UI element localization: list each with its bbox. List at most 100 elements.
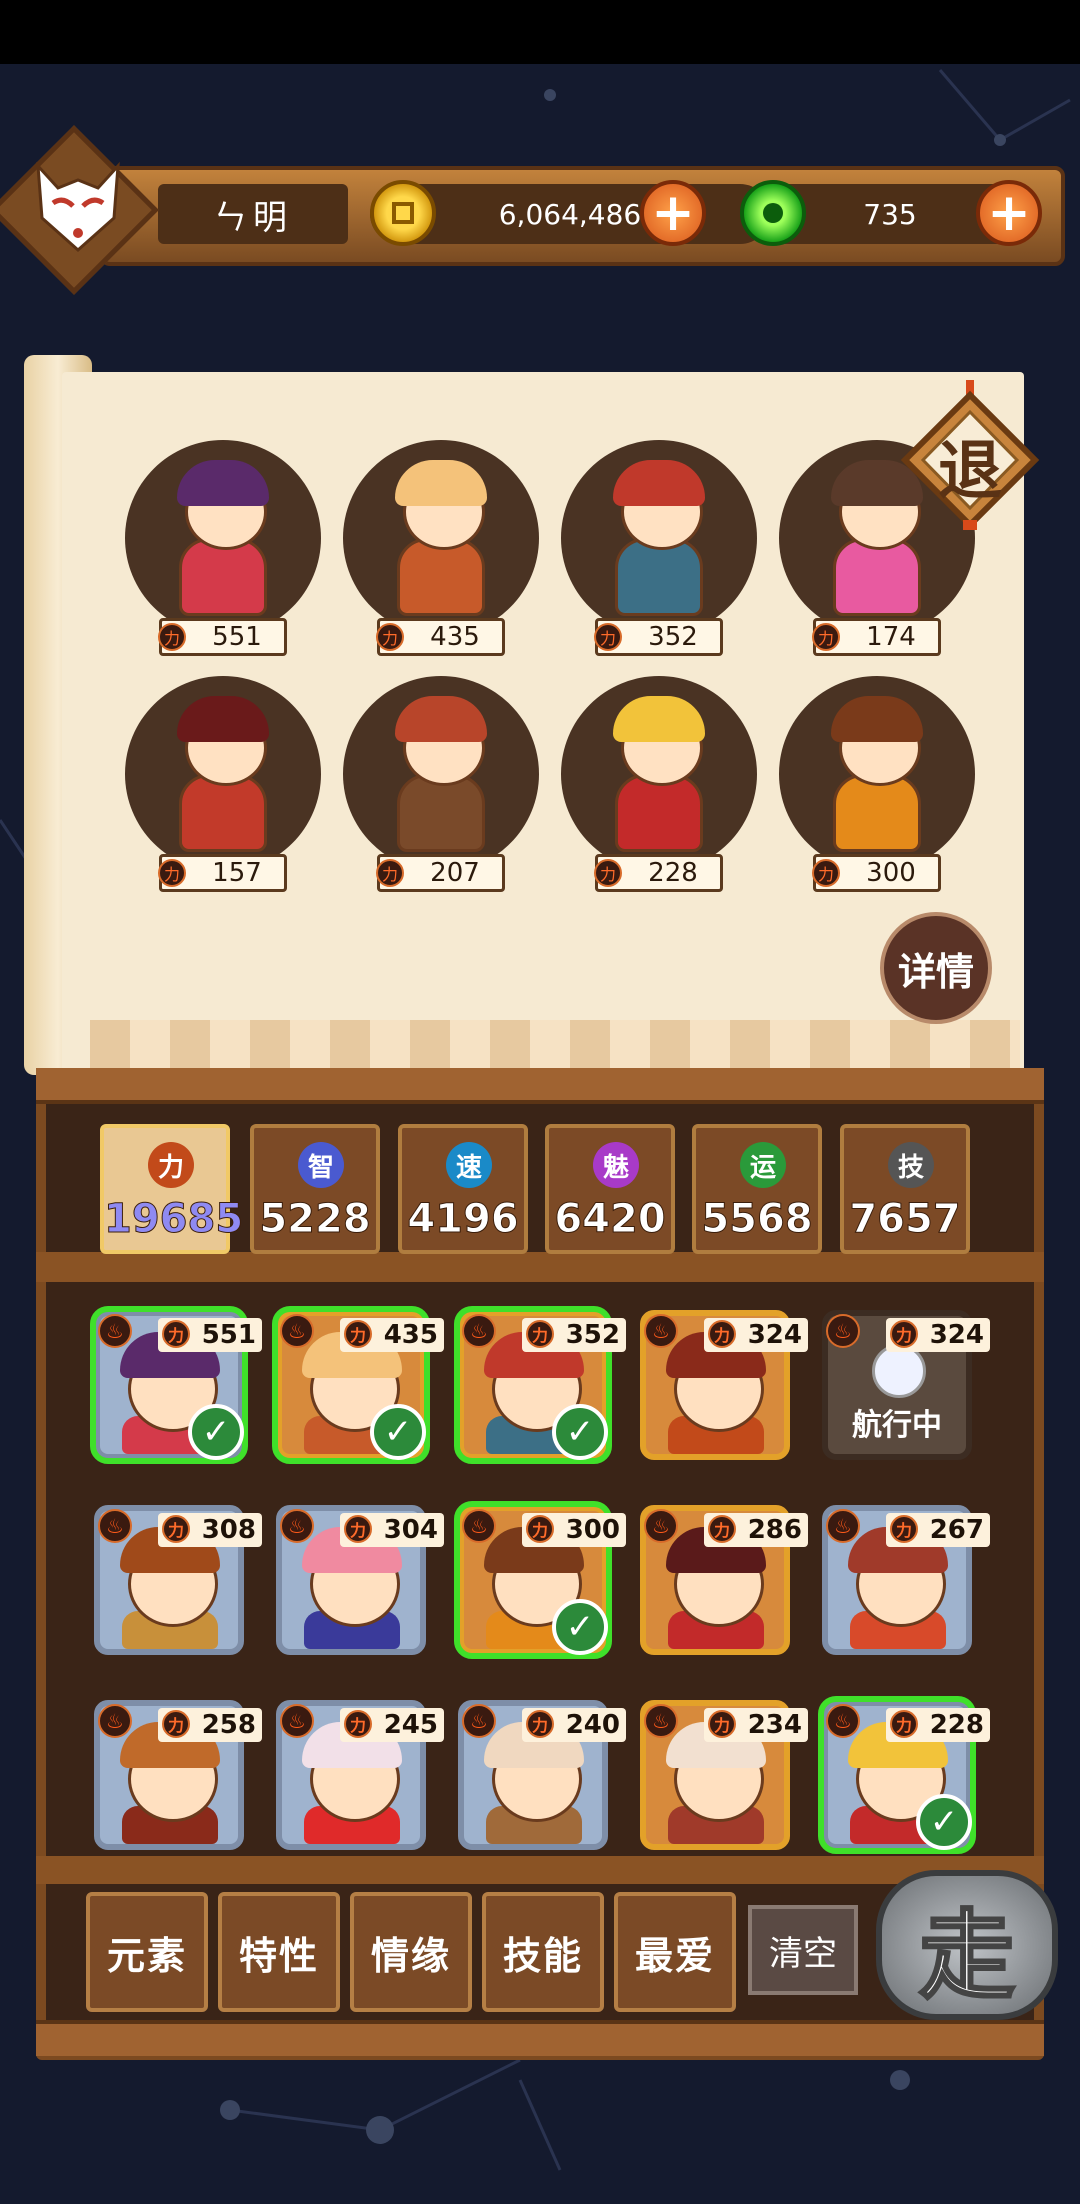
fire-element-icon: ♨ bbox=[826, 1704, 860, 1738]
attribute-tab[interactable]: 运 5568 bbox=[692, 1124, 822, 1254]
hero-power-tag: 力 286 bbox=[704, 1513, 808, 1547]
player-name: ㄣ明 bbox=[158, 184, 348, 244]
hero-card[interactable]: ♨ 力 228 ✓ bbox=[818, 1696, 990, 1854]
attribute-tab[interactable]: 智 5228 bbox=[250, 1124, 380, 1254]
hero-card[interactable]: ♨ 力 300 ✓ bbox=[454, 1501, 626, 1659]
hero-power-tag: 力 324 bbox=[704, 1318, 808, 1352]
gem-amount: 735 bbox=[863, 197, 917, 231]
strength-icon: 力 bbox=[812, 859, 840, 887]
fire-element-icon: ♨ bbox=[280, 1509, 314, 1543]
power-tag: 力 228 bbox=[594, 854, 723, 892]
hero-power-value: 308 bbox=[201, 1515, 256, 1545]
add-gems-button[interactable]: + bbox=[976, 180, 1042, 246]
power-tag: 力 207 bbox=[376, 854, 505, 892]
filter-button[interactable]: 情缘 bbox=[350, 1892, 472, 2012]
hero-card[interactable]: ♨ 力 234 bbox=[640, 1700, 808, 1850]
hero-power-tag: 力 300 bbox=[522, 1513, 626, 1547]
hero-power-value: 304 bbox=[383, 1515, 438, 1545]
strength-icon: 力 bbox=[708, 1515, 736, 1543]
character-hair bbox=[177, 696, 269, 742]
fire-element-icon: ♨ bbox=[462, 1314, 496, 1348]
hero-card[interactable]: ♨ 力 324 bbox=[640, 1310, 808, 1460]
selected-check-icon: ✓ bbox=[370, 1404, 426, 1460]
strength-icon: 力 bbox=[594, 859, 622, 887]
fire-element-icon: ♨ bbox=[280, 1704, 314, 1738]
power-value: 228 bbox=[648, 858, 698, 888]
hero-power-tag: 力 304 bbox=[340, 1513, 444, 1547]
team-member[interactable] bbox=[125, 440, 321, 636]
hero-power-value: 324 bbox=[929, 1320, 984, 1350]
hero-card[interactable]: ♨ 力 245 bbox=[276, 1700, 444, 1850]
hero-power-value: 240 bbox=[565, 1710, 620, 1740]
attribute-value: 4196 bbox=[407, 1196, 519, 1243]
attribute-value: 5568 bbox=[701, 1196, 813, 1243]
attribute-icon: 速 bbox=[446, 1142, 492, 1188]
hero-card[interactable]: ♨ 力 286 bbox=[640, 1505, 808, 1655]
hero-card[interactable]: ♨ 力 240 bbox=[458, 1700, 626, 1850]
details-button[interactable]: 详情 bbox=[880, 912, 992, 1024]
hero-power-tag: 力 435 bbox=[340, 1318, 444, 1352]
fire-element-icon: ♨ bbox=[826, 1314, 860, 1348]
character-hair bbox=[395, 696, 487, 742]
attribute-tab[interactable]: 技 7657 bbox=[840, 1124, 970, 1254]
fire-element-icon: ♨ bbox=[826, 1509, 860, 1543]
selected-check-icon: ✓ bbox=[916, 1794, 972, 1850]
go-button[interactable]: 走 bbox=[876, 1850, 1058, 2040]
power-tag: 力 300 bbox=[812, 854, 941, 892]
cabinet-mid-shelf bbox=[36, 1252, 1044, 1282]
strength-icon: 力 bbox=[708, 1710, 736, 1738]
fire-element-icon: ♨ bbox=[280, 1314, 314, 1348]
power-value: 157 bbox=[212, 858, 262, 888]
attribute-icon: 魅 bbox=[593, 1142, 639, 1188]
hero-card[interactable]: ♨ 力 258 bbox=[94, 1700, 262, 1850]
hero-power-value: 286 bbox=[747, 1515, 802, 1545]
strength-icon: 力 bbox=[344, 1515, 372, 1543]
attribute-value: 19685 bbox=[104, 1196, 244, 1243]
team-member[interactable] bbox=[779, 676, 975, 872]
hero-power-tag: 力 352 bbox=[522, 1318, 626, 1352]
strength-icon: 力 bbox=[162, 1515, 190, 1543]
selected-check-icon: ✓ bbox=[188, 1404, 244, 1460]
team-member[interactable] bbox=[561, 676, 757, 872]
add-coins-button[interactable]: + bbox=[640, 180, 706, 246]
hero-card[interactable]: ♨ 力 267 bbox=[822, 1505, 990, 1655]
team-member[interactable] bbox=[343, 676, 539, 872]
hero-power-tag: 力 234 bbox=[704, 1708, 808, 1742]
team-member[interactable] bbox=[561, 440, 757, 636]
hero-card[interactable]: ♨ 力 435 ✓ bbox=[272, 1306, 444, 1464]
filter-button[interactable]: 元素 bbox=[86, 1892, 208, 2012]
strength-icon: 力 bbox=[162, 1710, 190, 1738]
attribute-tab[interactable]: 力 19685 bbox=[100, 1124, 244, 1254]
strength-icon: 力 bbox=[708, 1320, 736, 1348]
attribute-value: 6420 bbox=[554, 1196, 666, 1243]
filter-button[interactable]: 最爱 bbox=[614, 1892, 736, 2012]
fox-mask-avatar-icon[interactable] bbox=[28, 158, 128, 258]
team-member[interactable] bbox=[343, 440, 539, 636]
strength-icon: 力 bbox=[890, 1320, 918, 1348]
hero-power-value: 245 bbox=[383, 1710, 438, 1740]
coin-icon bbox=[370, 180, 436, 246]
filter-button[interactable]: 特性 bbox=[218, 1892, 340, 2012]
power-value: 300 bbox=[866, 858, 916, 888]
filter-button[interactable]: 技能 bbox=[482, 1892, 604, 2012]
hero-power-value: 267 bbox=[929, 1515, 984, 1545]
hero-power-tag: 力 308 bbox=[158, 1513, 262, 1547]
hero-card[interactable]: 航行中 ♨ 力 324 bbox=[822, 1310, 990, 1460]
character-sprite bbox=[381, 686, 501, 856]
hero-card[interactable]: ♨ 力 551 ✓ bbox=[90, 1306, 262, 1464]
attribute-tab[interactable]: 速 4196 bbox=[398, 1124, 528, 1254]
clear-button[interactable]: 清空 bbox=[748, 1905, 858, 1995]
strength-icon: 力 bbox=[526, 1515, 554, 1543]
power-tag: 力 352 bbox=[594, 618, 723, 656]
hero-card[interactable]: ♨ 力 308 bbox=[94, 1505, 262, 1655]
team-member[interactable] bbox=[125, 676, 321, 872]
exit-label[interactable]: 退 bbox=[895, 420, 1045, 512]
fire-element-icon: ♨ bbox=[98, 1509, 132, 1543]
hero-power-value: 300 bbox=[565, 1515, 620, 1545]
hero-card[interactable]: ♨ 力 304 bbox=[276, 1505, 444, 1655]
hero-power-tag: 力 228 bbox=[886, 1708, 990, 1742]
hero-card[interactable]: ♨ 力 352 ✓ bbox=[454, 1306, 626, 1464]
attribute-tab[interactable]: 魅 6420 bbox=[545, 1124, 675, 1254]
attribute-value: 5228 bbox=[259, 1196, 371, 1243]
hero-power-tag: 力 245 bbox=[340, 1708, 444, 1742]
